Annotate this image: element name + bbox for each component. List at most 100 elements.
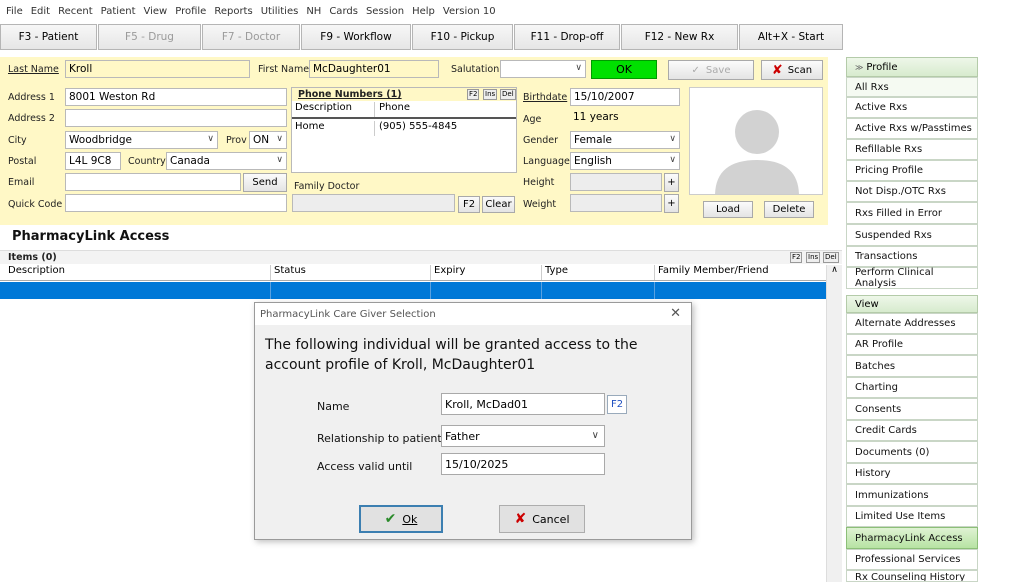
menu-profile[interactable]: Profile [175,6,206,17]
phone-f2-button[interactable]: F2 [467,89,480,100]
sidebar-item-pharmacylink-access[interactable]: PharmacyLink Access [846,527,978,549]
scrollbar[interactable]: ∧ [826,265,842,582]
doctor-clear-button[interactable]: Clear [482,196,515,213]
ok-button[interactable]: OK [591,60,657,79]
menu-edit[interactable]: Edit [31,6,50,17]
sidebar-item-documents[interactable]: Documents (0) [846,441,978,463]
sidebar-item-rx-counseling[interactable]: Rx Counseling History [846,570,978,582]
sidebar-item-alternate-addresses[interactable]: Alternate Addresses [846,313,978,334]
phone-ins-button[interactable]: Ins [483,89,498,100]
f5-drug-button[interactable]: F5 - Drug [98,24,201,50]
col-family-member: Family Member/Friend [658,265,769,276]
scan-button[interactable]: ✘ Scan [761,60,823,80]
language-select[interactable]: English ∨ [570,152,680,170]
height-plus-button[interactable]: + [664,173,679,192]
sidebar-item-ar-profile[interactable]: AR Profile [846,334,978,355]
f7-doctor-button[interactable]: F7 - Doctor [202,24,300,50]
phone-numbers-title: Phone Numbers (1) [298,89,402,100]
address2-field[interactable] [65,109,287,127]
first-name-label: First Name [258,64,310,75]
sidebar-item-filled-in-error[interactable]: Rxs Filled in Error [846,202,978,224]
country-value: Canada [170,155,210,167]
city-select[interactable]: Woodbridge ∨ [65,131,218,149]
prov-select[interactable]: ON ∨ [249,131,287,149]
photo-delete-button[interactable]: Delete [764,201,814,218]
menu-recent[interactable]: Recent [58,6,93,17]
close-icon[interactable]: ✕ [670,306,681,321]
phone-del-button[interactable]: Del [500,89,516,100]
family-doctor-field[interactable] [292,194,455,212]
menu-session[interactable]: Session [366,6,404,17]
ok-button[interactable]: ✔ Ok [359,505,443,533]
f11-dropoff-button[interactable]: F11 - Drop-off [514,24,620,50]
alt-x-start-button[interactable]: Alt+X - Start [739,24,843,50]
sidebar-profile-header[interactable]: ≫ Profile [846,57,978,77]
gender-select[interactable]: Female ∨ [570,131,680,149]
address1-field[interactable]: 8001 Weston Rd [65,88,287,106]
weight-field[interactable] [570,194,662,212]
caregiver-name-field[interactable]: Kroll, McDad01 [441,393,605,415]
sidebar-item-all-rxs[interactable]: All Rxs [846,77,978,97]
table-row[interactable] [0,282,826,299]
chevron-double-down-icon: ≫ [855,62,864,72]
sidebar-item-active-rxs[interactable]: Active Rxs [846,97,978,118]
f9-workflow-button[interactable]: F9 - Workflow [301,24,411,50]
f10-pickup-button[interactable]: F10 - Pickup [412,24,513,50]
access-valid-until-field[interactable]: 15/10/2025 [441,453,605,475]
postal-field[interactable]: L4L 9C8 [65,152,121,170]
salutation-select[interactable]: ∨ [500,60,586,78]
items-del-button[interactable]: Del [823,252,839,263]
weight-plus-button[interactable]: + [664,194,679,213]
menu-help[interactable]: Help [412,6,435,17]
birthdate-field[interactable]: 15/10/2007 [570,88,680,106]
menu-utilities[interactable]: Utilities [261,6,299,17]
chevron-up-icon[interactable]: ∧ [827,265,842,275]
sidebar-item-limited-use[interactable]: Limited Use Items [846,506,978,527]
menu-patient[interactable]: Patient [101,6,136,17]
sidebar-item-active-rxs-passtimes[interactable]: Active Rxs w/Passtimes [846,118,978,139]
sidebar-item-credit-cards[interactable]: Credit Cards [846,420,978,441]
phone-row-number: (905) 555-4845 [379,121,458,132]
sidebar-item-pricing-profile[interactable]: Pricing Profile [846,160,978,181]
menu-cards[interactable]: Cards [329,6,358,17]
quick-code-field[interactable] [65,194,287,212]
prov-value: ON [253,134,270,146]
country-select[interactable]: Canada ∨ [166,152,287,170]
height-field[interactable] [570,173,662,191]
sidebar-item-not-disp-otc[interactable]: Not Disp./OTC Rxs [846,181,978,202]
save-button[interactable]: ✓ Save [668,60,754,80]
cancel-label: Cancel [532,512,570,526]
sidebar-item-history[interactable]: History [846,463,978,484]
cancel-button[interactable]: ✘ Cancel [499,505,585,533]
relationship-select[interactable]: Father ∨ [441,425,605,447]
table-row[interactable]: Home (905) 555-4845 [292,121,516,136]
sidebar-item-professional-services[interactable]: Professional Services [846,549,978,570]
sidebar-item-consents[interactable]: Consents [846,398,978,420]
menu-file[interactable]: File [6,6,23,17]
phone-col-phone: Phone [379,102,410,113]
chevron-down-icon: ∨ [669,134,676,144]
sidebar-item-charting[interactable]: Charting [846,377,978,398]
sidebar-item-transactions[interactable]: Transactions [846,246,978,267]
sidebar-item-clinical-analysis[interactable]: Perform Clinical Analysis [846,267,978,289]
sidebar-item-suspended-rxs[interactable]: Suspended Rxs [846,224,978,246]
menu-nh[interactable]: NH [306,6,321,17]
f12-new-rx-button[interactable]: F12 - New Rx [621,24,738,50]
sidebar-view-header[interactable]: View [846,295,978,313]
email-field[interactable] [65,173,241,191]
sidebar-item-batches[interactable]: Batches [846,355,978,377]
menu-reports[interactable]: Reports [214,6,252,17]
sidebar-item-immunizations[interactable]: Immunizations [846,484,978,506]
send-button[interactable]: Send [243,173,287,192]
name-f2-button[interactable]: F2 [607,395,627,414]
menu-view[interactable]: View [144,6,168,17]
items-ins-button[interactable]: Ins [806,252,821,263]
f3-patient-button[interactable]: F3 - Patient [0,24,97,50]
sidebar-item-refillable-rxs[interactable]: Refillable Rxs [846,139,978,160]
photo-load-button[interactable]: Load [703,201,753,218]
first-name-field[interactable]: McDaughter01 [309,60,439,78]
last-name-field[interactable]: Kroll [65,60,250,78]
items-f2-button[interactable]: F2 [790,252,803,263]
doctor-f2-button[interactable]: F2 [458,196,480,213]
dialog-message: The following individual will be granted… [265,337,638,373]
